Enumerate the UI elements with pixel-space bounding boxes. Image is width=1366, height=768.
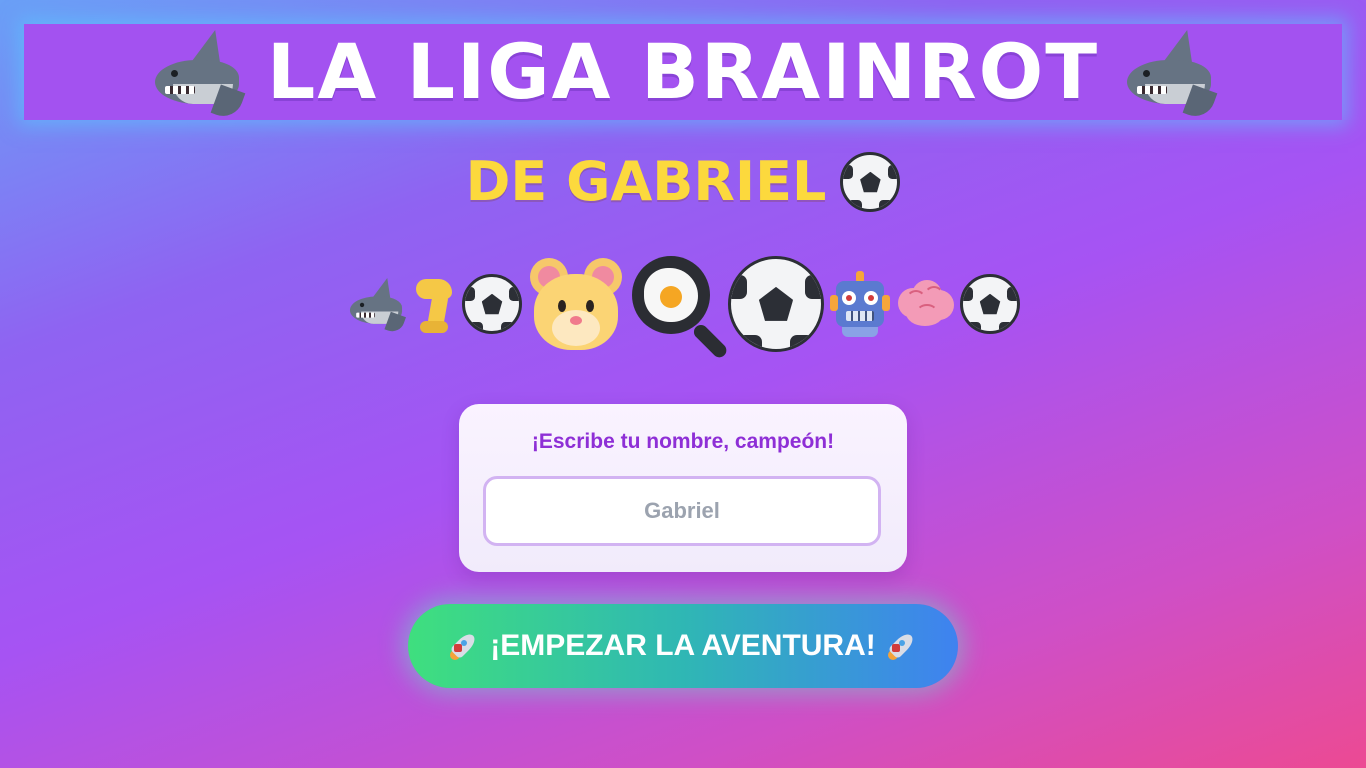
- soccer-ball-icon: [728, 256, 824, 352]
- rocket-icon: [886, 630, 918, 662]
- subtitle-text: DE GABRIEL: [465, 150, 827, 213]
- frying-pan-egg-icon: [630, 254, 730, 361]
- name-input[interactable]: [483, 476, 881, 546]
- name-card: ¡Escribe tu nombre, campeón!: [459, 404, 907, 572]
- name-label: ¡Escribe tu nombre, campeón!: [531, 430, 835, 453]
- shark-icon: [1121, 24, 1218, 122]
- shark-icon: [149, 24, 246, 122]
- hamster-icon: [526, 254, 626, 354]
- brain-icon: [896, 276, 956, 332]
- soccer-ball-icon: [462, 274, 522, 334]
- soccer-ball-icon: [840, 152, 901, 212]
- emoji-row: [0, 252, 1366, 361]
- start-button-label: ¡EMPEZAR LA AVENTURA!: [490, 629, 876, 662]
- subtitle: DE GABRIEL: [0, 150, 1366, 214]
- leg-icon: [410, 273, 458, 335]
- soccer-ball-icon: [960, 274, 1020, 334]
- shark-icon: [346, 274, 406, 335]
- title-banner: LA LIGA BRAINROT: [24, 24, 1342, 122]
- rocket-icon: [448, 630, 480, 662]
- robot-icon: [828, 269, 892, 339]
- start-adventure-button[interactable]: ¡EMPEZAR LA AVENTURA!: [408, 604, 958, 688]
- page-title: LA LIGA BRAINROT: [266, 27, 1100, 116]
